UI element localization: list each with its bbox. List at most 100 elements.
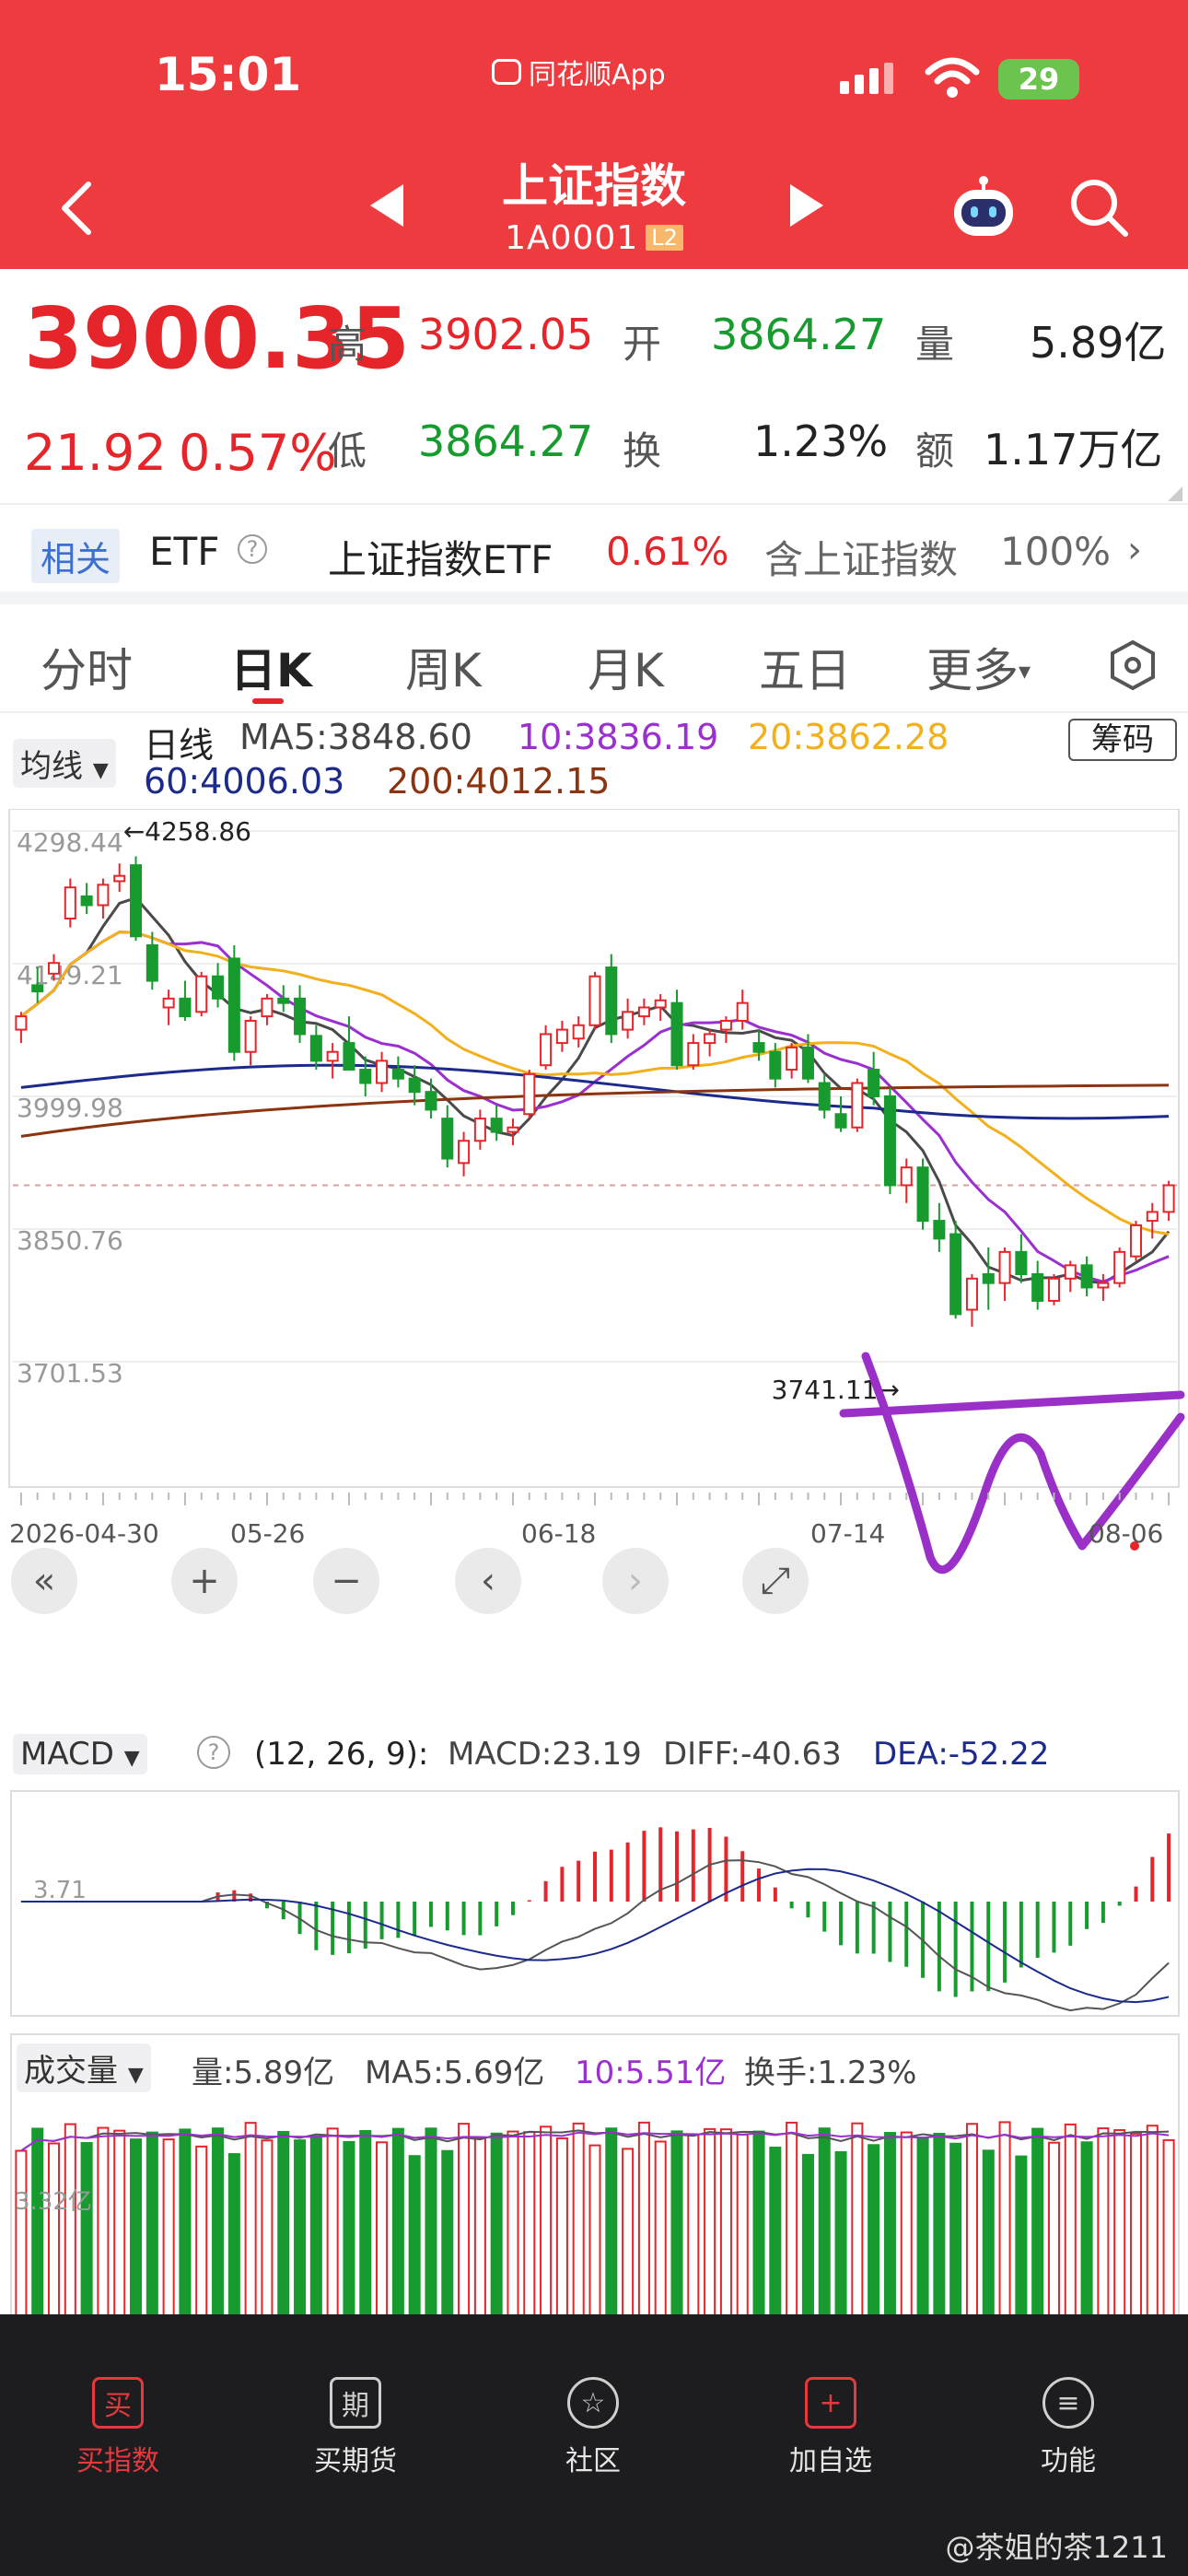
zoom-out-button[interactable]: − <box>313 1548 379 1614</box>
zoom-out-history-button[interactable]: « <box>11 1548 77 1614</box>
fullscreen-icon: ⤢ <box>761 1560 790 1602</box>
volume-bar <box>719 2128 732 2325</box>
candle <box>64 878 76 928</box>
settings-icon[interactable] <box>1109 639 1157 691</box>
candle <box>376 1051 389 1093</box>
candle-body <box>1162 1184 1175 1213</box>
candle-body <box>261 997 274 1018</box>
futures-icon: 期 <box>330 2377 381 2429</box>
candle <box>113 863 126 893</box>
indicator-selector[interactable]: 均线 ▼ <box>13 739 116 788</box>
candle <box>507 1118 519 1146</box>
candle <box>622 998 635 1039</box>
price-change-percent: 0.57% <box>179 424 337 482</box>
volume-value: 5.89亿 <box>1030 318 1167 368</box>
candle-body <box>113 874 126 883</box>
x-axis-label: 07-14 <box>810 1518 885 1549</box>
candle <box>1080 1256 1093 1297</box>
tab-intraday[interactable]: 分时 <box>41 634 133 700</box>
candle <box>97 878 110 919</box>
assistant-robot-icon[interactable] <box>949 173 1019 243</box>
candle-body <box>868 1069 880 1097</box>
candle <box>704 1029 716 1057</box>
turnover-value: 1.23% <box>753 416 889 466</box>
volume-bar <box>555 2137 568 2324</box>
candles <box>15 856 1175 1327</box>
candle <box>195 971 208 1017</box>
volume-bar <box>965 2123 978 2324</box>
tab-monthly-k[interactable]: 月K <box>588 634 664 700</box>
nav-buy-index[interactable]: 买 买指数 <box>44 2377 192 2478</box>
scroll-left-button[interactable]: ‹ <box>455 1548 521 1614</box>
volume-bars <box>15 2121 1175 2325</box>
corner-expand-icon[interactable] <box>1168 486 1182 501</box>
ma-legend: 均线 ▼ 日线 MA5:3848.60 10:3836.19 20:3862.2… <box>0 715 1188 813</box>
nav-add-watchlist-label: 加自选 <box>789 2445 872 2477</box>
search-icon[interactable] <box>1068 177 1129 238</box>
nav-buy-index-label: 买指数 <box>76 2445 159 2477</box>
candle-body <box>1015 1250 1028 1275</box>
tab-weekly-k[interactable]: 周K <box>405 634 482 700</box>
candle-body <box>637 1006 650 1018</box>
volume-ma5: MA5:5.69亿 <box>365 2055 545 2091</box>
candle-body <box>244 1019 257 1053</box>
chevron-right-icon: › <box>1127 529 1142 571</box>
candle <box>588 971 601 1030</box>
volume-bar <box>179 2128 192 2324</box>
fullscreen-button[interactable]: ⤢ <box>742 1548 809 1614</box>
etf-contains: 含上证指数 <box>764 537 959 582</box>
help-icon[interactable]: ? <box>238 534 267 564</box>
volume-bar <box>1015 2155 1028 2324</box>
volume-bar <box>277 2130 290 2324</box>
tab-daily-k[interactable]: 日K <box>230 634 312 700</box>
volume-bar <box>80 2142 93 2324</box>
volume-bar <box>507 2130 519 2324</box>
zoom-in-button[interactable]: + <box>171 1548 238 1614</box>
related-etf-row[interactable]: 相关 ETF ? 上证指数ETF 0.61% 含上证指数 100% › <box>0 507 1188 604</box>
nav-community[interactable]: ☆ 社区 <box>519 2377 667 2478</box>
volume-bar <box>1097 2127 1110 2324</box>
candle <box>309 1025 322 1071</box>
candle-body <box>15 1015 28 1031</box>
candle <box>80 883 93 915</box>
volume-bar <box>704 2127 716 2324</box>
nav-functions[interactable]: ≡ 功能 <box>995 2377 1142 2478</box>
y-axis-label: 3701.53 <box>17 1358 123 1388</box>
candle <box>1113 1247 1126 1288</box>
moving-average-lines <box>19 896 1171 1285</box>
tab-five-day[interactable]: 五日 <box>759 634 851 700</box>
candle <box>1015 1234 1028 1283</box>
candle-body <box>704 1033 716 1045</box>
candle-body <box>572 1024 585 1040</box>
next-stock-icon[interactable] <box>788 184 825 227</box>
volume-bar <box>1080 2141 1093 2324</box>
candle-body <box>425 1091 437 1111</box>
battery-indicator: 29 <box>998 59 1079 100</box>
volume-bar <box>540 2125 553 2325</box>
volume-bar <box>1113 2129 1126 2324</box>
scroll-right-button[interactable]: › <box>602 1548 669 1614</box>
candle <box>933 1202 946 1252</box>
volume-bar <box>261 2139 274 2325</box>
nav-add-watchlist[interactable]: + 加自选 <box>757 2377 904 2478</box>
macd-histogram <box>215 1827 1171 1997</box>
volume-bar <box>244 2122 257 2324</box>
chip-distribution-button[interactable]: 筹码 <box>1068 719 1177 761</box>
volume-bar <box>998 2121 1011 2324</box>
kline-chart[interactable]: 4298.444149.213999.983850.763701.53 ←425… <box>0 809 1188 1638</box>
volume-selector[interactable]: 成交量 ▼ <box>17 2043 151 2092</box>
tab-more[interactable]: 更多▾ <box>926 634 1031 700</box>
minus-icon: − <box>331 1560 362 1602</box>
candle <box>1047 1273 1060 1306</box>
volume-bar <box>162 2138 175 2325</box>
candle <box>851 1078 864 1132</box>
nav-buy-futures[interactable]: 期 买期货 <box>282 2377 429 2478</box>
candle-body <box>162 997 175 1009</box>
etf-name: 上证指数ETF <box>328 537 553 582</box>
candle <box>326 1043 339 1079</box>
max-price-annotation: ←4258.86 <box>123 816 251 847</box>
candle <box>244 1016 257 1066</box>
candle-body <box>1097 1282 1110 1289</box>
candle-body <box>851 1082 864 1129</box>
candle-body <box>769 1050 782 1080</box>
